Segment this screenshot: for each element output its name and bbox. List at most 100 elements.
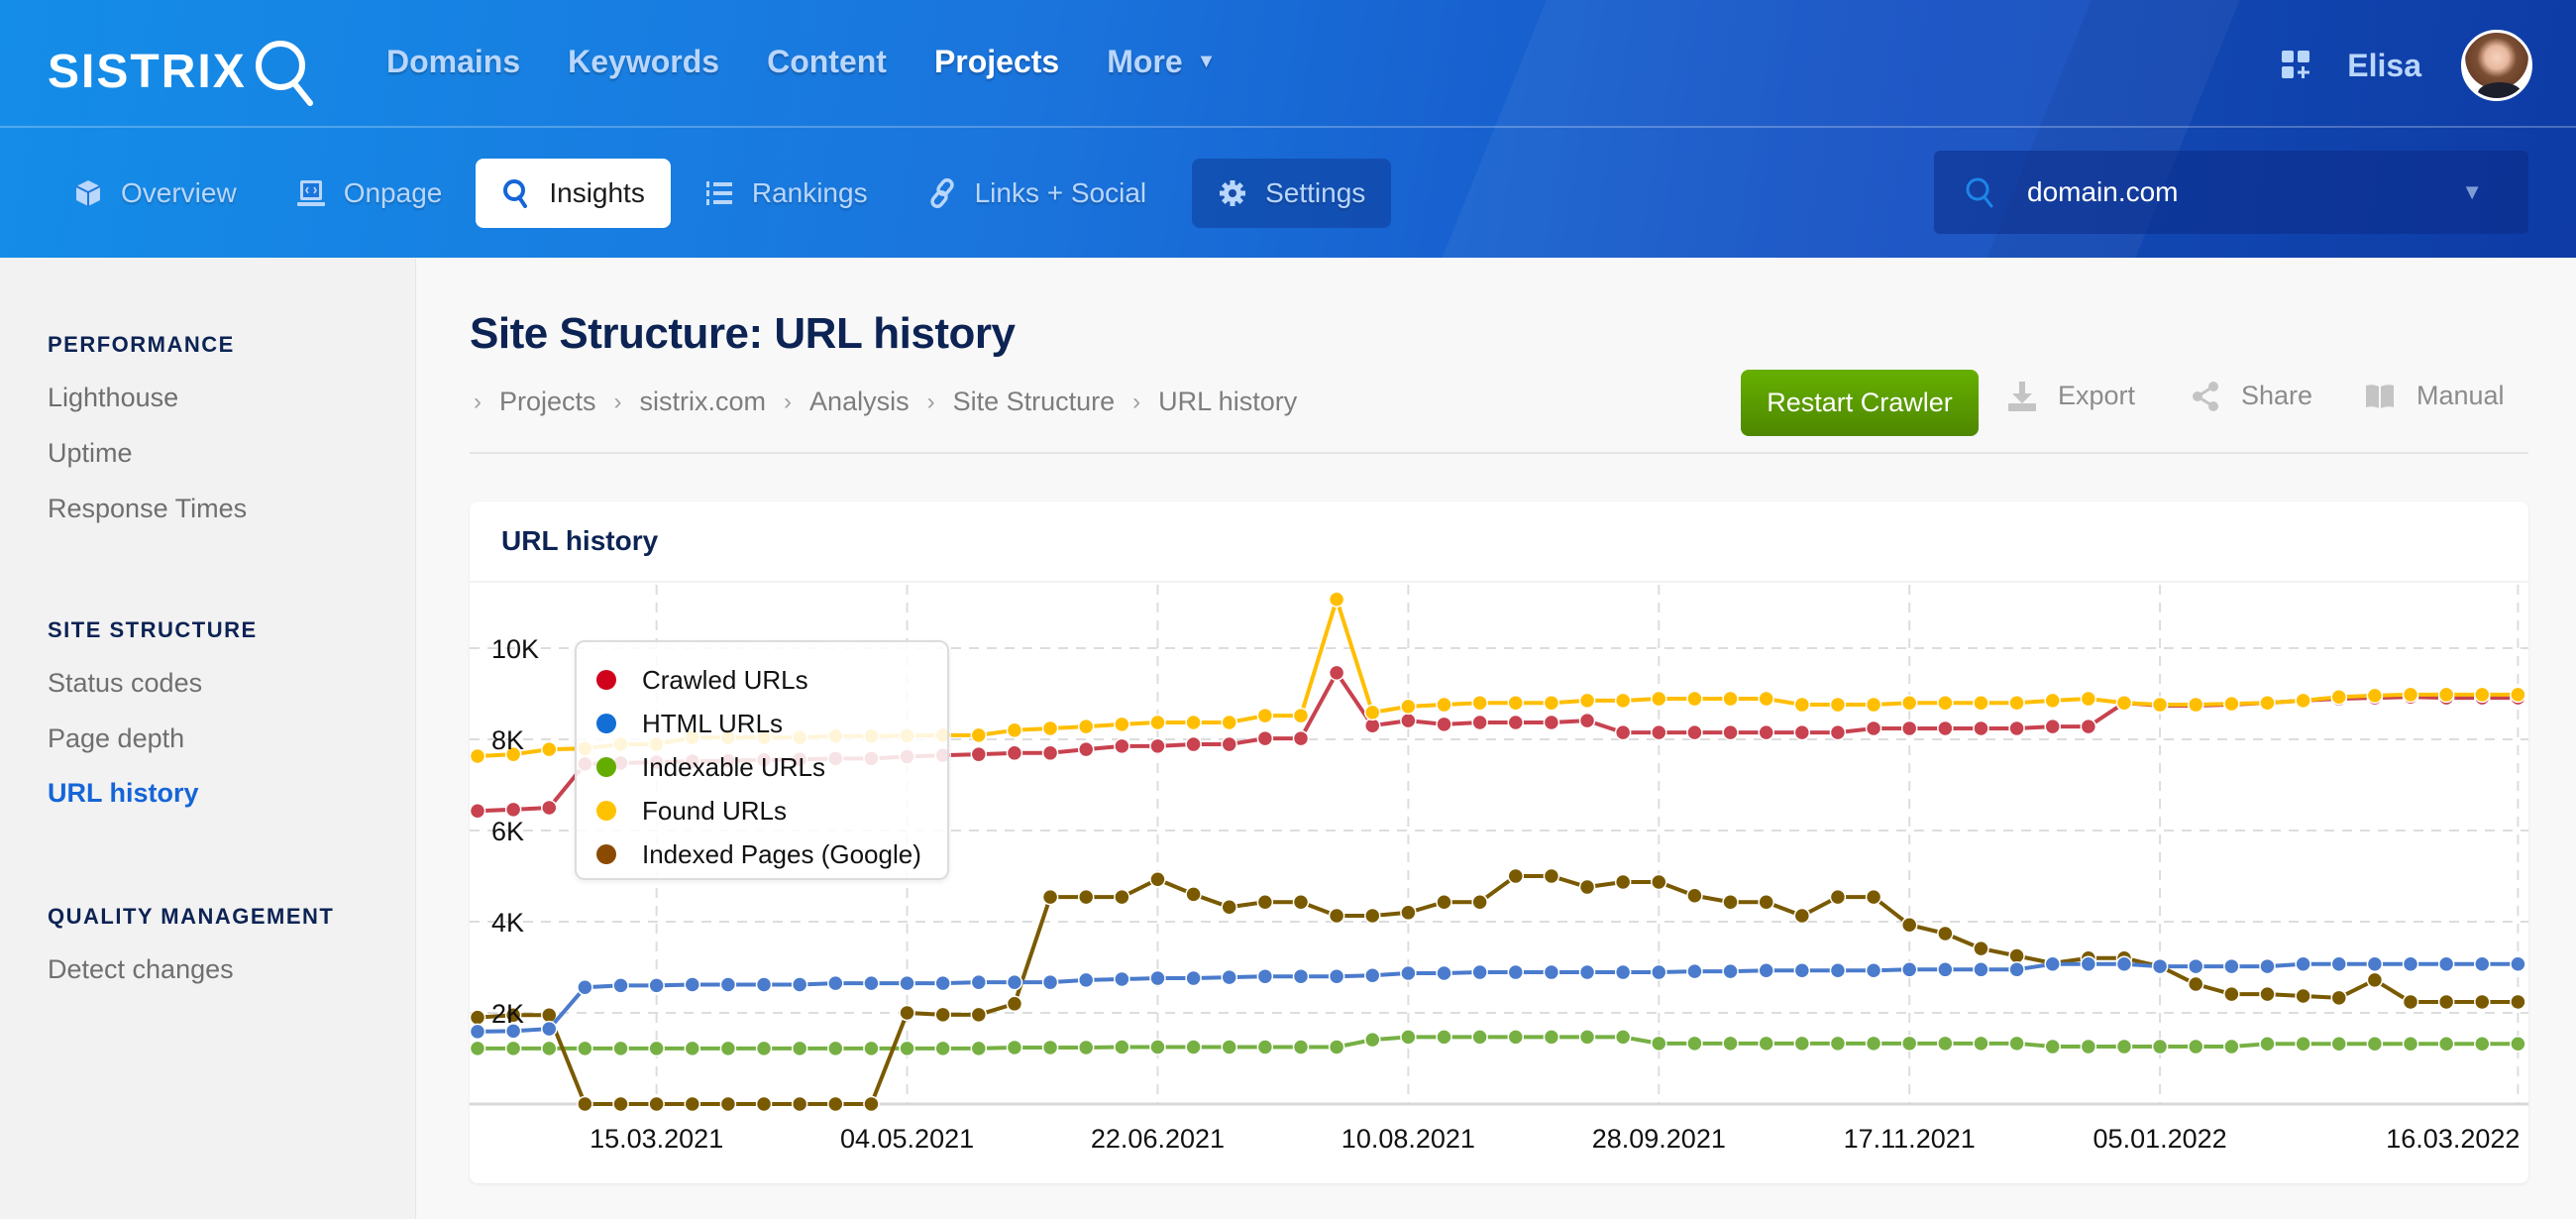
data-point-found[interactable]: [1221, 714, 1237, 731]
data-point-crawled[interactable]: [2008, 720, 2025, 737]
data-point-indexable[interactable]: [1328, 1039, 1345, 1055]
data-point-html[interactable]: [1436, 964, 1452, 982]
data-point-html[interactable]: [970, 973, 988, 991]
data-point-html[interactable]: [1292, 967, 1310, 985]
data-point-found[interactable]: [1364, 704, 1381, 721]
data-point-crawled[interactable]: [541, 799, 558, 817]
data-point-html[interactable]: [1578, 963, 1596, 981]
data-point-indexed[interactable]: [1937, 925, 1954, 942]
data-point-crawled[interactable]: [1829, 723, 1847, 741]
data-point-crawled[interactable]: [470, 802, 486, 820]
data-point-found[interactable]: [2259, 694, 2276, 712]
data-point-indexable[interactable]: [899, 1040, 915, 1057]
data-point-indexed[interactable]: [2510, 993, 2526, 1011]
data-point-indexed[interactable]: [1578, 878, 1596, 896]
data-point-crawled[interactable]: [2080, 718, 2097, 735]
data-point-indexable[interactable]: [1077, 1039, 1095, 1056]
data-point-indexable[interactable]: [1041, 1039, 1059, 1056]
data-point-indexed[interactable]: [648, 1095, 665, 1113]
data-point-html[interactable]: [2187, 957, 2204, 975]
data-point-html[interactable]: [719, 976, 737, 993]
data-point-crawled[interactable]: [1758, 723, 1774, 741]
data-point-found[interactable]: [1149, 714, 1166, 731]
data-point-indexable[interactable]: [577, 1040, 593, 1057]
data-point-html[interactable]: [2080, 955, 2097, 973]
data-point-found[interactable]: [2115, 694, 2133, 712]
data-point-indexable[interactable]: [2437, 1036, 2455, 1053]
data-point-indexable[interactable]: [1651, 1035, 1667, 1053]
data-point-found[interactable]: [1507, 694, 1525, 712]
data-point-indexable[interactable]: [719, 1040, 737, 1057]
data-point-indexable[interactable]: [684, 1040, 701, 1057]
data-point-crawled[interactable]: [1471, 714, 1488, 731]
data-point-indexed[interactable]: [2437, 993, 2455, 1011]
data-point-indexable[interactable]: [863, 1040, 880, 1057]
data-point-found[interactable]: [1543, 694, 1560, 712]
data-point-html[interactable]: [2044, 955, 2061, 973]
data-point-html[interactable]: [648, 977, 665, 994]
legend-item-found[interactable]: Found URLs: [596, 789, 947, 832]
data-point-indexable[interactable]: [1292, 1039, 1310, 1055]
data-point-indexable[interactable]: [2474, 1036, 2491, 1053]
data-point-html[interactable]: [2223, 957, 2240, 975]
data-point-html[interactable]: [541, 1020, 558, 1038]
data-point-indexed[interactable]: [1256, 893, 1274, 911]
data-point-indexable[interactable]: [1722, 1035, 1739, 1053]
data-point-html[interactable]: [1185, 969, 1202, 987]
data-point-found[interactable]: [1973, 694, 1989, 712]
url-history-chart[interactable]: 2K 4K 6K 8K 10K 15.03.2021 04.05.2021 22.06.202…: [0, 0, 2576, 1219]
data-point-found[interactable]: [1758, 690, 1774, 708]
legend-item-indexable[interactable]: Indexable URLs: [596, 745, 947, 789]
data-point-html[interactable]: [1471, 963, 1488, 981]
data-point-indexed[interactable]: [719, 1095, 737, 1113]
data-point-html[interactable]: [1614, 963, 1632, 981]
data-point-crawled[interactable]: [1543, 714, 1560, 731]
data-point-indexable[interactable]: [541, 1040, 558, 1057]
data-point-html[interactable]: [2437, 955, 2455, 973]
data-point-crawled[interactable]: [1651, 723, 1667, 741]
data-point-crawled[interactable]: [1722, 723, 1739, 741]
data-point-crawled[interactable]: [1328, 664, 1345, 682]
data-point-found[interactable]: [1686, 690, 1703, 708]
data-point-found[interactable]: [1006, 721, 1023, 739]
data-point-indexed[interactable]: [1900, 916, 1918, 934]
data-point-crawled[interactable]: [970, 745, 988, 763]
data-point-indexed[interactable]: [1973, 940, 1989, 957]
data-point-indexed[interactable]: [2259, 985, 2276, 1003]
data-point-found[interactable]: [1722, 690, 1739, 708]
data-point-indexed[interactable]: [2008, 947, 2025, 964]
data-point-indexed[interactable]: [1471, 893, 1488, 911]
data-point-indexable[interactable]: [1006, 1039, 1023, 1056]
data-point-found[interactable]: [470, 747, 486, 765]
data-point-html[interactable]: [1900, 961, 1918, 978]
data-point-indexable[interactable]: [970, 1040, 988, 1057]
data-point-found[interactable]: [1256, 707, 1274, 724]
data-point-html[interactable]: [1973, 961, 1989, 978]
data-point-found[interactable]: [1865, 696, 1882, 714]
data-point-crawled[interactable]: [1185, 735, 1202, 753]
data-point-indexed[interactable]: [577, 1095, 593, 1113]
data-point-indexable[interactable]: [1829, 1035, 1847, 1053]
data-point-found[interactable]: [1436, 696, 1452, 714]
data-point-indexed[interactable]: [1686, 887, 1703, 905]
data-point-crawled[interactable]: [1256, 729, 1274, 747]
data-point-indexable[interactable]: [1614, 1029, 1632, 1046]
data-point-indexable[interactable]: [1436, 1029, 1452, 1046]
data-point-html[interactable]: [1400, 964, 1417, 982]
data-point-indexable[interactable]: [2510, 1036, 2526, 1053]
data-point-html[interactable]: [1507, 963, 1525, 981]
data-point-html[interactable]: [1758, 961, 1774, 979]
legend-item-crawled[interactable]: Crawled URLs: [596, 658, 947, 702]
data-point-indexable[interactable]: [1686, 1035, 1703, 1053]
data-point-crawled[interactable]: [1578, 712, 1596, 729]
data-point-html[interactable]: [1793, 961, 1811, 979]
data-point-found[interactable]: [2295, 692, 2311, 710]
data-point-indexed[interactable]: [1865, 888, 1882, 906]
data-point-indexed[interactable]: [1114, 888, 1130, 906]
data-point-found[interactable]: [2187, 696, 2204, 714]
data-point-indexed[interactable]: [970, 1006, 988, 1024]
data-point-found[interactable]: [1793, 696, 1811, 714]
data-point-crawled[interactable]: [1686, 723, 1703, 741]
data-point-indexable[interactable]: [1937, 1035, 1954, 1053]
data-point-indexable[interactable]: [2295, 1036, 2311, 1053]
